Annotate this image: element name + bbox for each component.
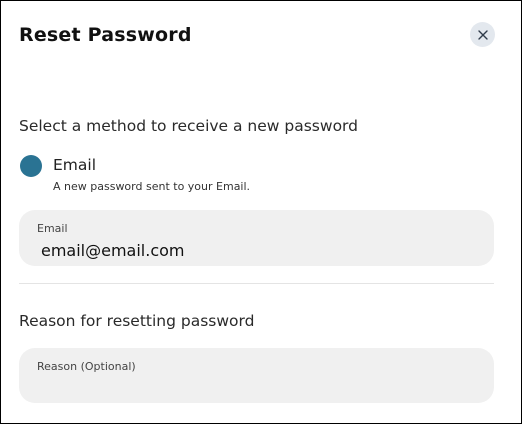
reason-field[interactable]: Reason (Optional): [19, 348, 494, 403]
reset-password-dialog: Reset Password Select a method to receiv…: [0, 0, 522, 424]
close-icon: [477, 29, 488, 40]
email-method-label[interactable]: Email: [53, 156, 96, 174]
section-divider: [19, 283, 494, 284]
reason-heading: Reason for resetting password: [19, 312, 255, 330]
email-field-value[interactable]: email@email.com: [41, 241, 185, 260]
method-heading: Select a method to receive a new passwor…: [19, 117, 358, 135]
email-method-description: A new password sent to your Email.: [53, 180, 251, 193]
reason-field-placeholder: Reason (Optional): [37, 360, 136, 373]
close-button[interactable]: [470, 22, 495, 47]
email-method-radio[interactable]: [20, 155, 42, 177]
email-field-label: Email: [37, 222, 68, 235]
email-field[interactable]: Email email@email.com: [19, 210, 494, 266]
dialog-title: Reset Password: [19, 24, 192, 46]
